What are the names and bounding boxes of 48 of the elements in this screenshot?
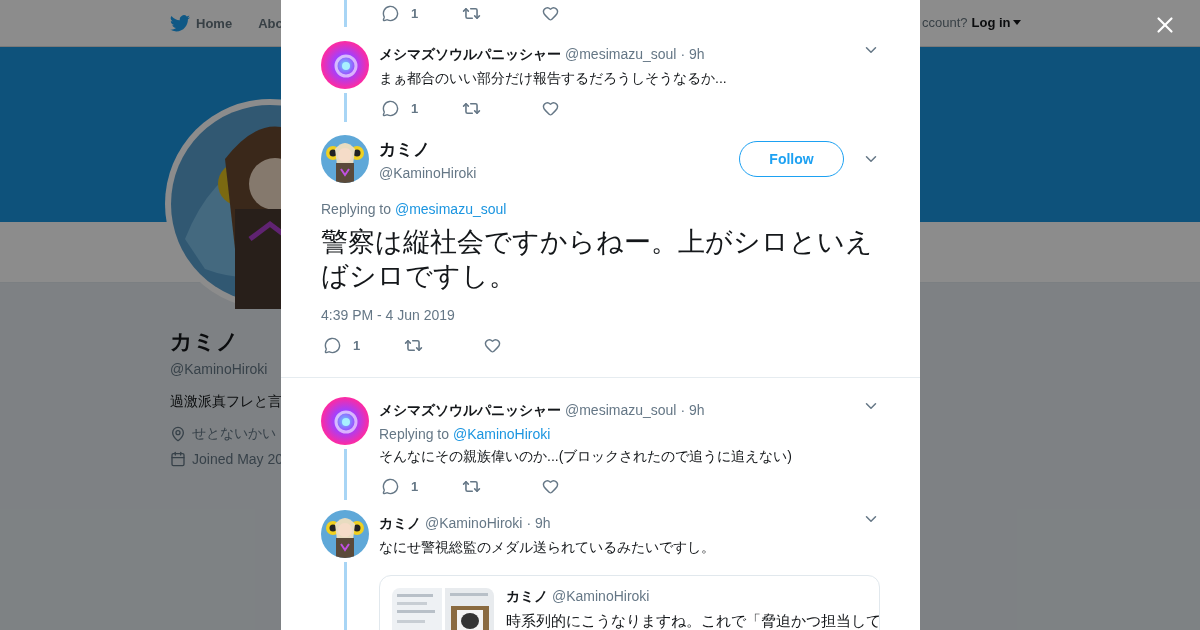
bird-icon (170, 14, 190, 32)
tweet-text: まぁ都合のいい部分だけ報告するだろうしそうなるか... (379, 70, 728, 88)
profile-handle: @KaminoHiroki (170, 361, 268, 377)
replying-to-text: Replying to @mesimazu_soul (320, 201, 508, 217)
user-handle[interactable]: @KaminoHiroki (425, 515, 523, 531)
tweet-time[interactable]: · 9h (680, 46, 705, 62)
tweet-time[interactable]: · 9h (526, 515, 551, 531)
user-name[interactable]: カミノ (379, 137, 477, 161)
caret-icon (1012, 20, 1021, 25)
reply-button[interactable]: 1 (379, 99, 459, 117)
tweet-text: なにせ警視総監のメダル送られているみたいですし。 (379, 539, 716, 557)
speech-bubble-icon (382, 99, 399, 117)
tweet-text: 時系列的にこうなりますね。これで「脅迫かつ担当して (506, 612, 879, 630)
tweet-text: 警察は縦社会ですからねー。上がシロといえばシロですし。 (320, 226, 874, 293)
user-name[interactable]: メシマズソウルパニッシャー (379, 402, 561, 420)
user-handle[interactable]: @KaminoHiroki (379, 164, 477, 181)
tweet-text: そんなにその親族偉いのか...(ブロックされたので追うに追えない) (379, 448, 793, 466)
location-icon (170, 426, 186, 442)
mention-link[interactable]: @KaminoHiroki (452, 426, 551, 442)
user-handle[interactable]: @mesimazu_soul (565, 46, 677, 62)
account-prompt: ccount? (922, 15, 968, 30)
reply-button[interactable]: 1 (379, 477, 459, 495)
user-name[interactable]: メシマズソウルパニッシャー (379, 46, 561, 64)
reply-button[interactable]: 1 (379, 4, 459, 22)
follow-button[interactable]: Follow (739, 141, 844, 177)
user-name[interactable]: カミノ (506, 588, 548, 606)
heart-icon (484, 336, 501, 354)
speech-bubble-icon (324, 336, 341, 354)
profile-name: カミノ (170, 328, 239, 356)
speech-bubble-icon (382, 4, 399, 22)
timestamp: 4:39 PM - 4 Jun 2019 (320, 307, 456, 323)
quoted-tweet[interactable]: カミノ @KaminoHiroki 時系列的にこうなりますね。これで「脅迫かつ担当して (379, 575, 880, 630)
profile-location: せとないかい (192, 425, 276, 443)
tweet-time[interactable]: · 9h (680, 402, 705, 418)
user-handle[interactable]: @KaminoHiroki (552, 588, 650, 604)
heart-icon (542, 4, 559, 22)
calendar-icon (170, 451, 186, 467)
reply-button[interactable]: 1 (321, 336, 401, 354)
user-handle[interactable]: @mesimazu_soul (565, 402, 677, 418)
profile-bio: 過激派真フレと言 (170, 393, 282, 411)
user-name[interactable]: カミノ (379, 515, 421, 533)
home-link[interactable]: Home (170, 14, 233, 32)
heart-icon (542, 477, 559, 495)
mention-link[interactable]: @mesimazu_soul (394, 201, 507, 217)
heart-icon (542, 99, 559, 117)
speech-bubble-icon (382, 477, 399, 495)
replying-to-text: Replying to @KaminoHiroki (379, 426, 552, 442)
login-link[interactable]: Log in (971, 15, 1021, 30)
